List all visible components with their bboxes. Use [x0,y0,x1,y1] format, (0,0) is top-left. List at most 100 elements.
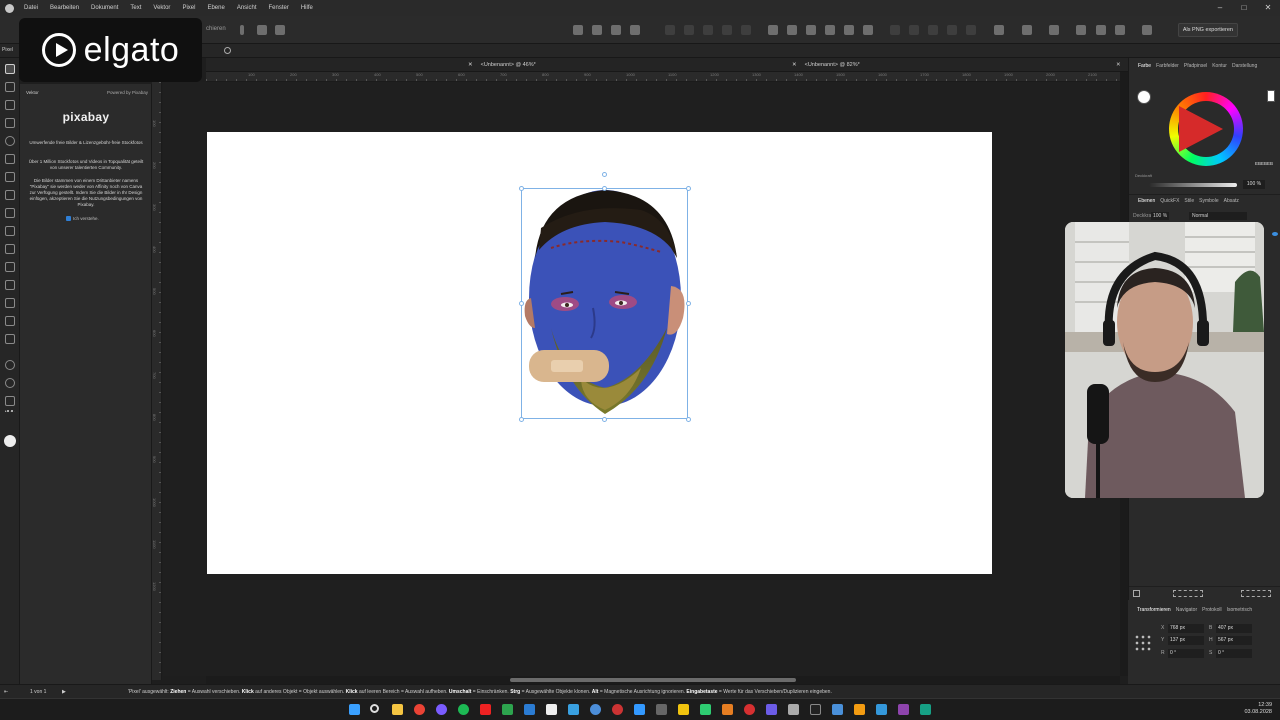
flip-v-icon[interactable] [592,25,602,35]
align-bottom-icon[interactable] [863,25,873,35]
grid-icon[interactable] [275,25,285,35]
minimize-icon[interactable]: – [1208,0,1232,16]
blend-mode-select[interactable]: Normal [1189,212,1247,220]
app-icon[interactable] [480,704,491,715]
tab-quickfx[interactable]: QuickFX [1160,195,1179,206]
mask-icon[interactable] [257,25,267,35]
arrange-front-icon[interactable] [890,25,900,35]
height-field[interactable]: 567 px [1216,636,1252,645]
rectangle-tool-icon[interactable] [5,226,15,236]
tab-ebenen[interactable]: Ebenen [1138,195,1155,206]
opacity-slider[interactable] [1149,183,1237,187]
primary-color-swatch[interactable] [1137,90,1151,104]
tab-pfadpinsel[interactable]: Pfadpinsel [1184,60,1207,72]
expand-icon[interactable] [1115,25,1125,35]
brush-tool-icon[interactable] [5,334,15,344]
hand-tool-icon[interactable] [5,360,15,370]
layer-tools-icon[interactable] [1173,590,1203,597]
page-indicator[interactable]: 1 von 1 [30,685,46,699]
shape-tool-icon[interactable] [5,244,15,254]
tab-document-2[interactable]: ✕ <Unbenannt> @ 82%* [792,58,860,72]
hex-value[interactable]: EBEBEB [1255,161,1273,166]
menu-vektor[interactable]: Vektor [147,0,176,16]
app-icon[interactable] [436,704,447,715]
tab-navigator[interactable]: Navigator [1176,604,1197,616]
app-icon[interactable] [678,704,689,715]
close-tab-icon[interactable]: ✕ [468,62,473,68]
selection-bounding-box[interactable] [521,188,688,419]
align-top-icon[interactable] [825,25,835,35]
rotate-handle[interactable] [602,172,607,177]
app-icon[interactable] [744,704,755,715]
chrome-icon[interactable] [414,704,425,715]
resize-handle[interactable] [686,186,691,191]
tab-farbfelder[interactable]: Farbfelder [1156,60,1179,72]
settings-icon[interactable] [1049,25,1059,35]
maximize-icon[interactable]: □ [1232,0,1256,16]
visibility-eye-icon[interactable] [1272,232,1278,236]
arrange-forward-icon[interactable] [909,25,919,35]
boolean-add-icon[interactable] [665,25,675,35]
move-tool-icon[interactable] [5,64,15,74]
boolean-intersect-icon[interactable] [703,25,713,35]
menu-dokument[interactable]: Dokument [85,0,124,16]
color-wheel[interactable] [1169,92,1243,166]
app-icon[interactable] [656,704,667,715]
pen-tool-icon[interactable] [5,154,15,164]
app-icon[interactable] [854,704,865,715]
app-icon[interactable] [788,704,799,715]
play-icon[interactable]: ▶ [62,685,66,699]
tab-farbe[interactable]: Farbe [1138,60,1151,72]
app-icon[interactable] [568,704,579,715]
resize-handle[interactable] [686,417,691,422]
layer-opacity-field[interactable]: 100 % [1151,212,1170,220]
tab-stile[interactable]: Stile [1184,195,1194,206]
pencil-tool-icon[interactable] [5,172,15,182]
close-icon[interactable]: ✕ [1256,0,1280,16]
tab-symbole[interactable]: Symbole [1199,195,1218,206]
align-left-icon[interactable] [768,25,778,35]
checkbox-checked-icon[interactable] [66,216,71,221]
align-center-icon[interactable] [787,25,797,35]
app-icon[interactable] [810,704,821,715]
boolean-subtract-icon[interactable] [684,25,694,35]
boolean-xor-icon[interactable] [722,25,732,35]
x-field[interactable]: 768 px [1168,624,1204,633]
menu-ebene[interactable]: Ebene [201,0,230,16]
text-tool-icon[interactable] [5,262,15,272]
help-icon[interactable] [1142,25,1152,35]
transform-icon[interactable] [1022,25,1032,35]
close-tab-icon[interactable]: ✕ [792,62,797,68]
align-right-icon[interactable] [806,25,816,35]
resize-handle[interactable] [519,301,524,306]
align-middle-icon[interactable] [844,25,854,35]
app-icon[interactable] [876,704,887,715]
close-panel-icon[interactable]: ✕ [1116,58,1121,72]
arrange-back-icon[interactable] [947,25,957,35]
resize-handle[interactable] [519,186,524,191]
app-icon[interactable] [722,704,733,715]
vscode-icon[interactable] [524,704,535,715]
app-icon[interactable] [700,704,711,715]
menu-fenster[interactable]: Fenster [263,0,295,16]
flip-h-icon[interactable] [573,25,583,35]
tab-darstellung[interactable]: Darstellung [1232,60,1257,72]
app-icon[interactable] [832,704,843,715]
more-tools-icon[interactable] [5,410,15,414]
affinity-logo-icon[interactable] [0,0,18,16]
menu-text[interactable]: Text [124,0,147,16]
horizontal-scrollbar[interactable] [206,676,1120,684]
menu-hilfe[interactable]: Hilfe [295,0,319,16]
zoom-tool-icon[interactable] [5,378,15,388]
gear-icon[interactable] [224,47,231,54]
menu-ansicht[interactable]: Ansicht [231,0,263,16]
tab-transformieren[interactable]: Transformieren [1137,604,1171,616]
fill-tool-icon[interactable] [5,208,15,218]
shear-field[interactable]: 0 ° [1216,649,1252,658]
app-icon[interactable] [634,704,645,715]
resize-handle[interactable] [519,417,524,422]
app-icon[interactable] [920,704,931,715]
vector-brush-icon[interactable] [5,190,15,200]
fill-color-swatch[interactable] [4,435,16,447]
anchor-grid-icon[interactable] [1134,634,1152,652]
